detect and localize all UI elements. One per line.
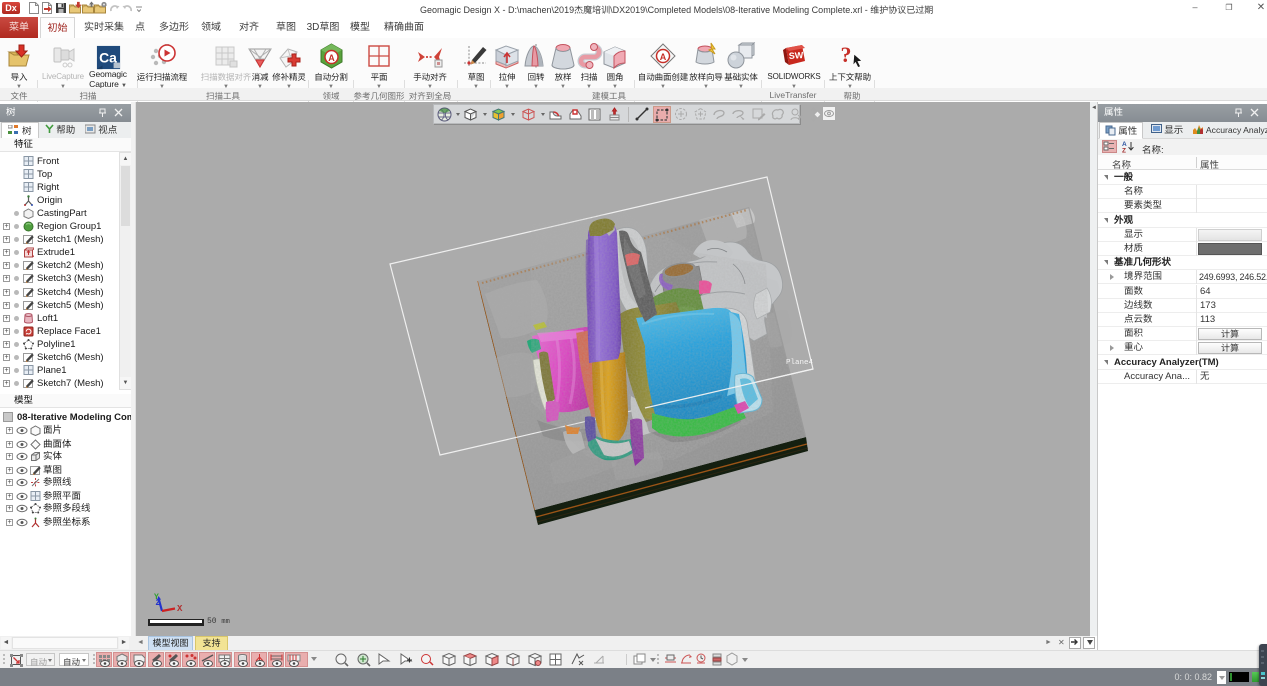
- svg-text:SW: SW: [788, 50, 804, 61]
- svg-text:X: X: [177, 604, 183, 614]
- svg-text:A: A: [660, 52, 667, 62]
- svg-text:Z: Z: [1122, 148, 1126, 154]
- svg-text:?: ?: [841, 42, 852, 67]
- svg-text:A: A: [328, 53, 335, 63]
